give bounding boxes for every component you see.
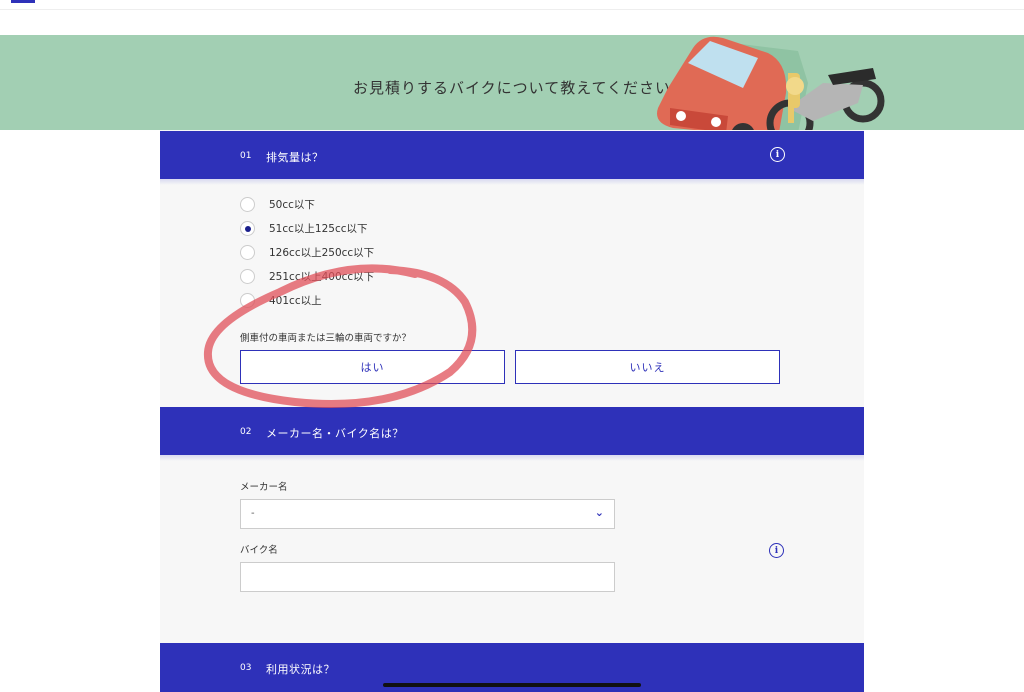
nav-indicator — [11, 0, 35, 3]
radio-option-51-125cc[interactable]: 51cc以上125cc以下 — [240, 220, 368, 236]
radio-option-251-400cc[interactable]: 251cc以上400cc以下 — [240, 268, 374, 284]
radio-option-126-250cc[interactable]: 126cc以上250cc以下 — [240, 244, 374, 260]
radio-option-50cc[interactable]: 50cc以下 — [240, 196, 315, 212]
info-icon[interactable]: i — [770, 147, 785, 162]
radio-label: 51cc以上125cc以下 — [269, 222, 368, 235]
yes-button[interactable]: はい — [240, 350, 505, 384]
sidecar-question: 側車付の車両または三輪の車両ですか？ — [240, 333, 412, 344]
maker-select[interactable]: - ⌄ — [240, 499, 615, 529]
radio-option-401cc[interactable]: 401cc以上 — [240, 292, 322, 308]
home-indicator — [383, 683, 641, 687]
info-icon[interactable]: i — [769, 543, 784, 558]
section-title: 排気量は？ — [266, 151, 324, 164]
radio-label: 50cc以下 — [269, 198, 315, 211]
hero-banner: お見積りするバイクについて教えてください — [0, 35, 1024, 130]
car-motorcycle-illustration — [657, 36, 885, 130]
bike-label: バイク名 — [240, 545, 278, 556]
section-title: 利用状況は？ — [266, 663, 335, 676]
section-header-01: 01 排気量は？ i — [160, 131, 864, 185]
section-title: メーカー名・バイク名は？ — [266, 427, 404, 440]
no-button[interactable]: いいえ — [515, 350, 780, 384]
maker-select-value: - — [251, 508, 255, 519]
section-number: 01 — [240, 151, 252, 161]
radio-button[interactable] — [240, 244, 255, 260]
top-bar — [0, 0, 1024, 10]
section-header-02: 02 メーカー名・バイク名は？ — [160, 407, 864, 461]
radio-button-selected[interactable] — [240, 220, 255, 236]
bike-name-input[interactable] — [240, 562, 615, 592]
section-number: 03 — [240, 663, 252, 673]
radio-label: 126cc以上250cc以下 — [269, 246, 375, 259]
maker-label: メーカー名 — [240, 482, 288, 493]
chevron-down-icon: ⌄ — [594, 506, 604, 519]
radio-button[interactable] — [240, 196, 255, 212]
radio-button[interactable] — [240, 268, 255, 284]
radio-label: 401cc以上 — [269, 294, 322, 307]
radio-button[interactable] — [240, 292, 255, 308]
radio-label: 251cc以上400cc以下 — [269, 270, 375, 283]
section-number: 02 — [240, 427, 252, 437]
